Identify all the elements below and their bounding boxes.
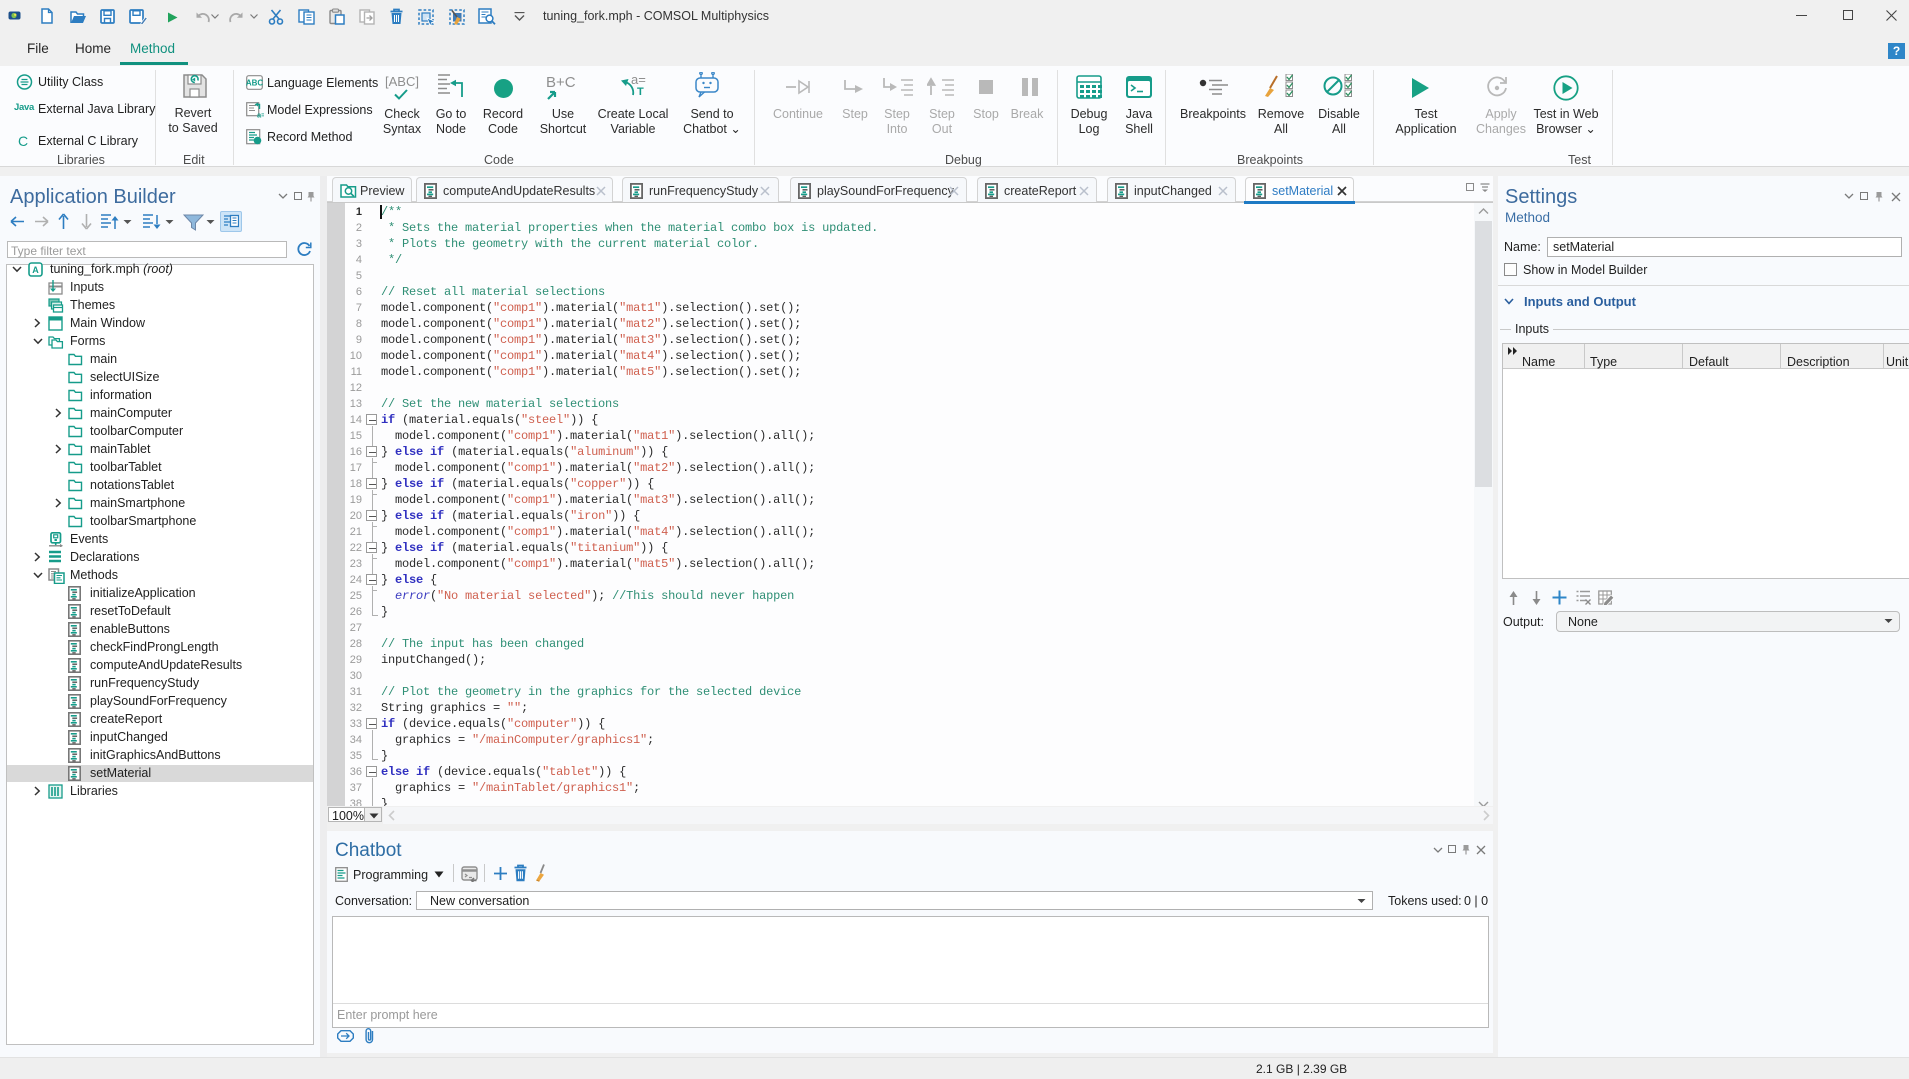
- svg-text:A: A: [32, 265, 39, 275]
- svg-text:a=: a=: [257, 111, 264, 119]
- svg-text:ABC: ABC: [246, 79, 263, 88]
